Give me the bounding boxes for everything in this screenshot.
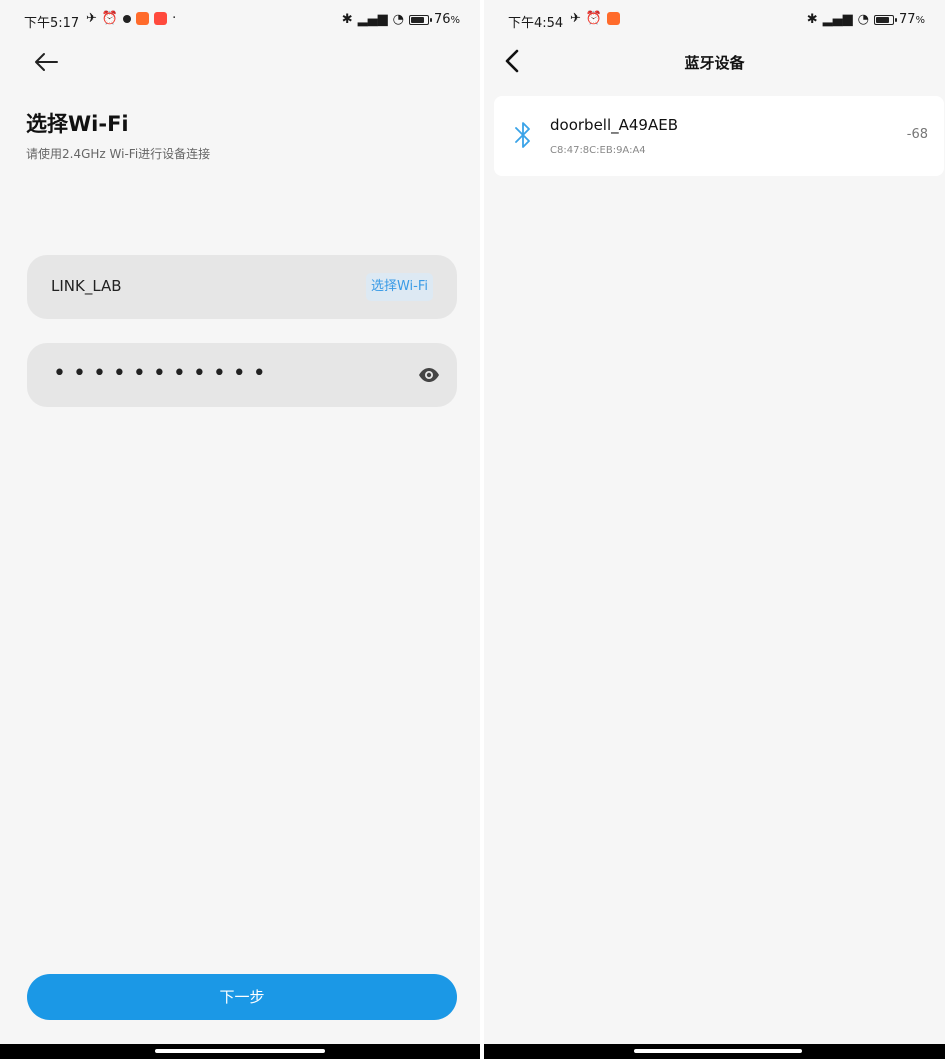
status-notification-icons: ✈︎ ⏰ [570, 11, 621, 26]
bluetooth-status-icon: ✱ [341, 12, 353, 27]
app-notification-icon-2 [154, 12, 168, 25]
device-signal-strength: -68 [906, 127, 928, 142]
bluetooth-icon [515, 122, 530, 148]
alarm-icon: ⏰ [585, 11, 603, 26]
gesture-nav-bar [0, 1044, 480, 1059]
app-notification-icon [607, 12, 621, 25]
more-dot-icon: · [172, 11, 177, 26]
wifi-name-value: LINK_LAB [51, 277, 122, 295]
wifi-status-icon: ◔ [857, 12, 869, 27]
wifi-name-field[interactable]: LINK_LAB 选择Wi-Fi [27, 255, 457, 319]
signal-icon: ▂▄▆ [822, 12, 853, 27]
wifi-status-icon: ◔ [392, 12, 404, 27]
status-notification-icons: ✈︎ ⏰ · [86, 11, 176, 26]
mute-icon: ✈︎ [570, 11, 581, 26]
next-step-button[interactable]: 下一步 [27, 974, 457, 1020]
show-password-eye-icon[interactable] [417, 363, 441, 387]
device-mac-address: C8:47:8C:EB:9A:A4 [550, 145, 646, 156]
bluetooth-devices-screen: 下午4:54 ✈︎ ⏰ ✱ ▂▄▆ ◔ 77% 蓝牙设备 doorbell_A4… [484, 0, 945, 1059]
device-name: doorbell_A49AEB [550, 116, 679, 134]
home-indicator[interactable] [634, 1049, 802, 1053]
device-list-item[interactable]: doorbell_A49AEB C8:47:8C:EB:9A:A4 -68 [494, 96, 944, 176]
battery-percent: 77% [898, 12, 925, 27]
status-time: 下午5:17 [24, 16, 80, 31]
signal-icon: ▂▄▆ [357, 12, 388, 27]
wifi-password-field[interactable]: ••••••••••• [27, 343, 457, 407]
status-system-icons: ✱ ▂▄▆ ◔ 77% [807, 12, 925, 27]
status-bar: 下午4:54 ✈︎ ⏰ ✱ ▂▄▆ ◔ 77% [484, 0, 945, 40]
app-notification-icon [136, 12, 150, 25]
password-masked-value: ••••••••••• [53, 361, 273, 386]
page-title: 蓝牙设备 [684, 54, 745, 72]
battery-icon [873, 14, 897, 25]
status-time: 下午4:54 [508, 16, 564, 31]
bluetooth-status-icon: ✱ [806, 12, 818, 27]
wifi-setup-screen: 下午5:17 ✈︎ ⏰ · ✱ ▂▄▆ ◔ 76% 选择Wi-Fi 请使用2.4… [0, 0, 480, 1059]
battery-icon [408, 14, 432, 25]
alarm-icon: ⏰ [101, 11, 119, 26]
page-subtitle: 请使用2.4GHz Wi-Fi进行设备连接 [26, 147, 211, 161]
home-indicator[interactable] [155, 1049, 325, 1053]
back-arrow-icon[interactable] [30, 46, 62, 78]
status-bar: 下午5:17 ✈︎ ⏰ · ✱ ▂▄▆ ◔ 76% [0, 0, 480, 40]
status-system-icons: ✱ ▂▄▆ ◔ 76% [342, 12, 460, 27]
select-wifi-button[interactable]: 选择Wi-Fi [365, 273, 433, 301]
mute-icon: ✈︎ [86, 11, 97, 26]
page-title: 选择Wi-Fi [26, 112, 129, 136]
gesture-nav-bar [484, 1044, 945, 1059]
battery-percent: 76% [433, 12, 460, 27]
record-dot-icon [123, 14, 132, 23]
